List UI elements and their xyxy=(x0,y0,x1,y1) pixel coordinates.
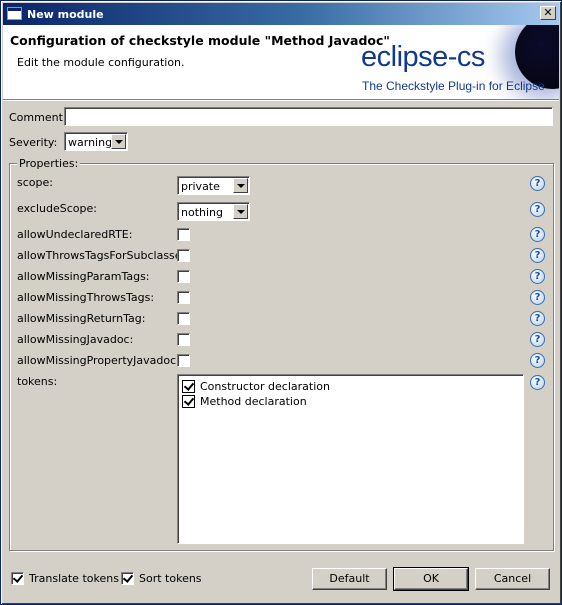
list-item-label: Method declaration xyxy=(200,395,307,408)
comment-label: Comment: xyxy=(9,111,67,124)
help-icon[interactable]: ? xyxy=(530,290,545,305)
scope-label: scope: xyxy=(17,176,53,189)
constructor-declaration-checkbox[interactable] xyxy=(182,379,195,393)
chevron-down-icon[interactable] xyxy=(111,134,126,149)
severity-value: warning xyxy=(68,136,113,149)
allow-missing-property-javadoc-checkbox[interactable] xyxy=(177,354,190,367)
window-icon xyxy=(7,7,22,20)
tokens-list[interactable]: Constructor declaration Method declarati… xyxy=(177,374,524,544)
method-declaration-checkbox[interactable] xyxy=(182,394,195,408)
title-bar[interactable]: New module ✕ xyxy=(3,3,559,25)
translate-tokens-checkbox[interactable] xyxy=(11,572,24,585)
ok-button[interactable]: OK xyxy=(393,567,469,591)
logo-subtitle: The Checkstyle Plug-in for Eclipse xyxy=(362,79,545,93)
exclude-scope-value: nothing xyxy=(181,206,223,219)
chevron-down-icon[interactable] xyxy=(233,204,248,219)
allow-missing-return-tag-label: allowMissingReturnTag: xyxy=(17,312,146,325)
allow-missing-property-javadoc-label: allowMissingPropertyJavadoc: xyxy=(17,354,180,367)
allow-missing-return-tag-checkbox[interactable] xyxy=(177,312,190,325)
list-item[interactable]: Constructor declaration xyxy=(182,379,330,394)
list-item[interactable]: Method declaration xyxy=(182,394,307,409)
allow-missing-throws-tags-label: allowMissingThrowsTags: xyxy=(17,291,155,304)
allow-throws-tags-for-subclasses-checkbox[interactable] xyxy=(177,249,190,262)
severity-label: Severity: xyxy=(9,136,58,149)
list-item-label: Constructor declaration xyxy=(200,380,330,393)
help-icon[interactable]: ? xyxy=(530,227,545,242)
new-module-dialog: New module ✕ eclipse-cs The Checkstyle P… xyxy=(0,0,562,605)
help-icon[interactable]: ? xyxy=(530,311,545,326)
allow-missing-param-tags-label: allowMissingParamTags: xyxy=(17,270,150,283)
help-icon[interactable]: ? xyxy=(530,353,545,368)
chevron-down-icon[interactable] xyxy=(233,178,248,193)
severity-select[interactable]: warning xyxy=(64,132,128,151)
help-icon[interactable]: ? xyxy=(530,375,545,390)
properties-group-label: Properties: xyxy=(17,157,81,170)
help-icon[interactable]: ? xyxy=(530,269,545,284)
window-title: New module xyxy=(27,8,104,21)
dialog-heading: Configuration of checkstyle module "Meth… xyxy=(10,33,390,48)
allow-undeclared-rte-checkbox[interactable] xyxy=(177,228,190,241)
translate-tokens-label: Translate tokens xyxy=(29,572,119,585)
scope-select[interactable]: private xyxy=(177,176,250,195)
dialog-description: Edit the module configuration. xyxy=(17,56,185,69)
allow-undeclared-rte-label: allowUndeclaredRTE: xyxy=(17,228,133,241)
exclude-scope-select[interactable]: nothing xyxy=(177,202,250,221)
close-button[interactable]: ✕ xyxy=(540,6,556,20)
allow-missing-param-tags-checkbox[interactable] xyxy=(177,270,190,283)
tokens-label: tokens: xyxy=(17,375,58,388)
cancel-button[interactable]: Cancel xyxy=(475,568,550,590)
help-icon[interactable]: ? xyxy=(530,202,545,217)
help-icon[interactable]: ? xyxy=(530,332,545,347)
allow-missing-javadoc-label: allowMissingJavadoc: xyxy=(17,333,134,346)
sort-tokens-checkbox[interactable] xyxy=(121,572,134,585)
allow-missing-javadoc-checkbox[interactable] xyxy=(177,333,190,346)
exclude-scope-label: excludeScope: xyxy=(17,202,97,215)
header-separator xyxy=(3,99,559,101)
scope-value: private xyxy=(181,180,220,193)
help-icon[interactable]: ? xyxy=(530,248,545,263)
allow-missing-throws-tags-checkbox[interactable] xyxy=(177,291,190,304)
default-button[interactable]: Default xyxy=(312,568,387,590)
dialog-header: eclipse-cs The Checkstyle Plug-in for Ec… xyxy=(3,25,559,99)
help-icon[interactable]: ? xyxy=(530,176,545,191)
sort-tokens-label: Sort tokens xyxy=(139,572,202,585)
allow-throws-tags-for-subclasses-label: allowThrowsTagsForSubclasses: xyxy=(17,249,191,262)
comment-input[interactable] xyxy=(64,107,553,126)
